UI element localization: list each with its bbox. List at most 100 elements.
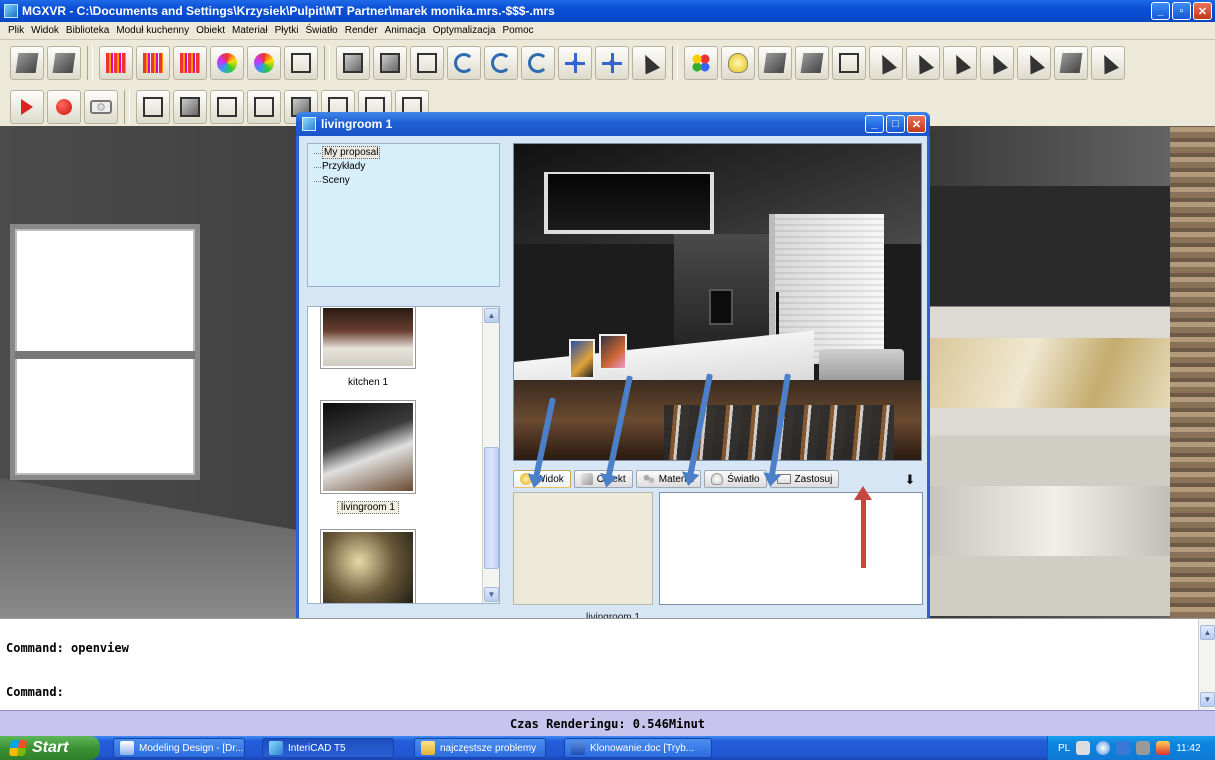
- menu-optymalizacja[interactable]: Optymalizacja: [433, 25, 496, 36]
- start-button[interactable]: Start: [0, 736, 100, 760]
- taskbar-item-label: Modeling Design - [Dr...: [139, 742, 244, 754]
- thumbnail-image: [323, 308, 413, 366]
- bars-delete-button[interactable]: [99, 46, 133, 80]
- view-front-button[interactable]: [136, 90, 170, 124]
- shaded-view-button[interactable]: [373, 46, 407, 80]
- scroll-down-button[interactable]: ▼: [484, 587, 499, 602]
- security-icon[interactable]: [1156, 741, 1171, 755]
- dialog-property-panel[interactable]: [659, 492, 923, 605]
- cursor-icon: [874, 51, 898, 75]
- color-fan-button[interactable]: [210, 46, 244, 80]
- select-blue-button[interactable]: [943, 46, 977, 80]
- preview-wall-cabinet: [544, 172, 714, 234]
- network-icon[interactable]: [1096, 741, 1111, 755]
- taskbar-item-word-doc[interactable]: Klonowanie.doc [Tryb...: [564, 738, 712, 758]
- play-button[interactable]: [10, 90, 44, 124]
- spotlight-icon: [763, 53, 787, 73]
- keyboard-icon[interactable]: [1076, 741, 1091, 755]
- menu-widok[interactable]: Widok: [31, 25, 59, 36]
- thumbnail-livingroom[interactable]: [320, 400, 416, 494]
- group-button[interactable]: [1054, 46, 1088, 80]
- orbit-button[interactable]: [484, 46, 518, 80]
- command-scrollbar[interactable]: ▲ ▼: [1198, 619, 1215, 711]
- thumbnail-kitchen[interactable]: [320, 307, 416, 369]
- language-indicator[interactable]: PL: [1058, 743, 1070, 754]
- thumbnail-bedroom[interactable]: [320, 529, 416, 603]
- pan-button[interactable]: [521, 46, 555, 80]
- view-right-button[interactable]: [247, 90, 281, 124]
- view-left-button[interactable]: [210, 90, 244, 124]
- scroll-up-button[interactable]: ▲: [484, 308, 499, 323]
- zoom-extent-button[interactable]: [595, 46, 629, 80]
- folder-icon: [421, 741, 435, 755]
- copy-button[interactable]: [832, 46, 866, 80]
- download-arrow-button[interactable]: ⬇: [901, 471, 919, 488]
- taskbar-item-modeling-design[interactable]: Modeling Design - [Dr...: [113, 738, 245, 758]
- shaded-cube-icon: [380, 53, 400, 73]
- scroll-thumb[interactable]: [484, 447, 499, 569]
- menu-bar: Plik Widok Biblioteka Moduł kuchenny Obi…: [0, 22, 1215, 40]
- menu-render[interactable]: Render: [345, 25, 378, 36]
- arrow-down-icon: ⬇: [904, 471, 916, 487]
- select-red-button[interactable]: [906, 46, 940, 80]
- command-scroll-up[interactable]: ▲: [1200, 625, 1215, 640]
- cube-tool-button[interactable]: [10, 46, 44, 80]
- pyramid-light-button[interactable]: [1017, 46, 1051, 80]
- dialog-minimize-button[interactable]: _: [865, 115, 884, 133]
- dialog-close-button[interactable]: ✕: [907, 115, 926, 133]
- menu-plytki[interactable]: Płytki: [275, 25, 299, 36]
- deselect-button[interactable]: [1091, 46, 1125, 80]
- light-rays-icon: [291, 53, 311, 73]
- minimize-button[interactable]: _: [1151, 2, 1170, 20]
- tree-item-przyklady[interactable]: Przykłady: [312, 160, 495, 174]
- light-bulb-button[interactable]: [721, 46, 755, 80]
- camera-button[interactable]: [84, 90, 118, 124]
- thumbnail-scrollbar[interactable]: ▲ ▼: [482, 307, 499, 603]
- tab-swiatlo[interactable]: Światło: [704, 470, 767, 488]
- select-button[interactable]: [869, 46, 903, 80]
- restore-button[interactable]: ▫: [1172, 2, 1191, 20]
- menu-obiekt[interactable]: Obiekt: [196, 25, 225, 36]
- bars-button[interactable]: [136, 46, 170, 80]
- preview-tv: [709, 289, 733, 325]
- menu-plik[interactable]: Plik: [8, 25, 24, 36]
- pyramid-button[interactable]: [980, 46, 1014, 80]
- lamp-button[interactable]: [795, 46, 829, 80]
- view-back-button[interactable]: [173, 90, 207, 124]
- menu-swiatlo[interactable]: Światło: [306, 25, 338, 36]
- menu-animacja[interactable]: Animacja: [385, 25, 426, 36]
- move-button[interactable]: [558, 46, 592, 80]
- dialog-titlebar[interactable]: livingroom 1 _ □ ✕: [296, 112, 930, 136]
- menu-pomoc[interactable]: Pomoc: [503, 25, 534, 36]
- tree-item-sceny[interactable]: Sceny: [312, 174, 495, 188]
- drop-button[interactable]: [632, 46, 666, 80]
- speaker-icon[interactable]: [1136, 741, 1151, 755]
- rotate-button[interactable]: [447, 46, 481, 80]
- menu-material[interactable]: Materiał: [232, 25, 268, 36]
- solid-view-button[interactable]: [336, 46, 370, 80]
- pyramid-light-icon: [1022, 51, 1046, 75]
- bars-remove-button[interactable]: [173, 46, 207, 80]
- taskbar-item-intericad[interactable]: InteriCAD T5: [262, 738, 394, 758]
- taskbar-item-folder[interactable]: najczęstsze problemy: [414, 738, 546, 758]
- menu-modul-kuchenny[interactable]: Moduł kuchenny: [116, 25, 189, 36]
- wireframe-view-button[interactable]: [410, 46, 444, 80]
- calendar-icon[interactable]: [1116, 741, 1131, 755]
- color-fan-alt-button[interactable]: [247, 46, 281, 80]
- dialog-maximize-button[interactable]: □: [886, 115, 905, 133]
- pyramid-icon: [985, 51, 1009, 75]
- thumbnail-list[interactable]: kitchen 1 livingroom 1 ▲ ▼: [307, 306, 500, 604]
- close-button[interactable]: ✕: [1193, 2, 1212, 20]
- command-console[interactable]: Command: openview Command: ▲ ▼: [0, 618, 1215, 711]
- spotlight-button[interactable]: [758, 46, 792, 80]
- menu-biblioteka[interactable]: Biblioteka: [66, 25, 109, 36]
- thumbnail-label-livingroom: livingroom 1: [308, 501, 428, 514]
- colors-button[interactable]: [684, 46, 718, 80]
- record-button[interactable]: [47, 90, 81, 124]
- command-scroll-down[interactable]: ▼: [1200, 692, 1215, 707]
- clock[interactable]: 11:42: [1176, 743, 1200, 754]
- light-rays-button[interactable]: [284, 46, 318, 80]
- cube-dark-tool-button[interactable]: [47, 46, 81, 80]
- main-titlebar[interactable]: MGXVR - C:\Documents and Settings\Krzysi…: [0, 0, 1215, 22]
- tree-item-my-proposal[interactable]: My proposal: [312, 146, 495, 160]
